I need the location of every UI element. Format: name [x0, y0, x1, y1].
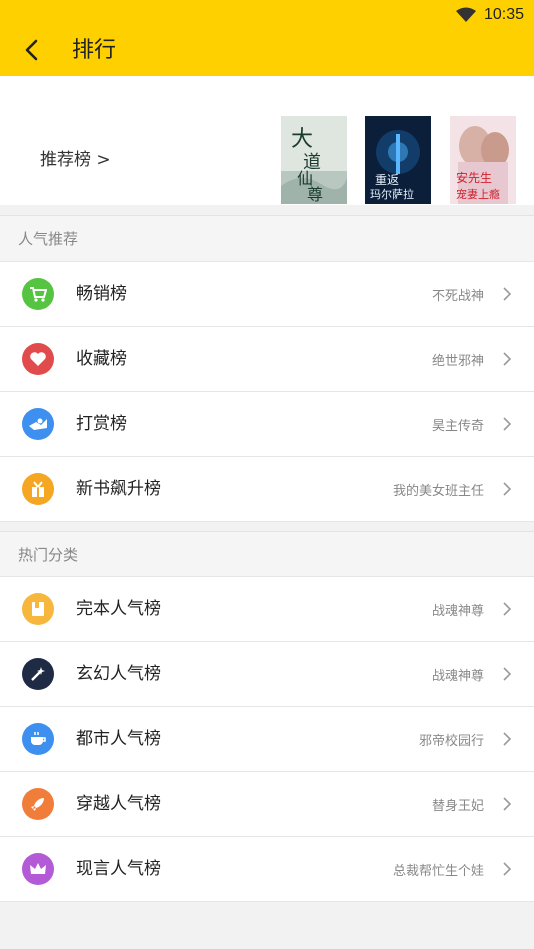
- wifi-icon: [455, 7, 476, 22]
- list-item-new-books[interactable]: 新书飙升榜 我的美女班主任: [0, 456, 534, 522]
- book-cover-2[interactable]: 重返 玛尔萨拉: [365, 116, 431, 204]
- categories-list: 完本人气榜 战魂神尊 玄幻人气榜 战魂神尊 都市人气榜 邪帝校园行 穿越人气榜 …: [0, 576, 534, 902]
- list-item-label: 打赏榜: [76, 414, 127, 434]
- list-item-hint: 战魂神尊: [431, 669, 484, 684]
- chevron-right-icon: [503, 417, 512, 431]
- chevron-right-icon: [503, 862, 512, 876]
- heart-icon: [22, 343, 54, 375]
- list-item-romance[interactable]: 现言人气榜 总裁帮忙生个娃: [0, 836, 534, 902]
- list-item-hint: 绝世邪神: [431, 354, 484, 369]
- back-icon[interactable]: [18, 36, 46, 64]
- list-item-favorites[interactable]: 收藏榜 绝世邪神: [0, 326, 534, 391]
- popular-list: 畅销榜 不死战神 收藏榜 绝世邪神 打赏榜 昊主传奇 新书飙升榜 我的美女班主任: [0, 261, 534, 522]
- list-item-hint: 总裁帮忙生个娃: [392, 864, 484, 879]
- list-item-label: 玄幻人气榜: [76, 664, 161, 684]
- chevron-right-icon: [503, 287, 512, 301]
- status-time: 10:35: [483, 6, 524, 23]
- list-item-label: 完本人气榜: [76, 599, 161, 619]
- app-bar: 10:35 排行: [0, 0, 534, 76]
- chevron-right-icon: [503, 667, 512, 681]
- svg-text:重返: 重返: [375, 173, 399, 187]
- svg-text:尊: 尊: [307, 185, 323, 204]
- chevron-right-icon: [503, 482, 512, 496]
- svg-text:玛尔萨拉: 玛尔萨拉: [370, 187, 414, 201]
- svg-text:大: 大: [291, 127, 313, 152]
- list-item-completed[interactable]: 完本人气榜 战魂神尊: [0, 576, 534, 641]
- list-item-hint: 邪帝校园行: [418, 734, 484, 749]
- section-heading-text: 人气推荐: [18, 230, 79, 248]
- book-icon: [22, 593, 54, 625]
- list-item-hint: 我的美女班主任: [392, 484, 484, 499]
- list-item-hint: 昊主传奇: [431, 419, 484, 434]
- section-heading-popular: 人气推荐: [0, 215, 534, 262]
- chevron-right-icon: [503, 797, 512, 811]
- recommend-label[interactable]: 推荐榜 >: [40, 148, 111, 172]
- status-bar: 10:35: [455, 4, 524, 26]
- section-heading-categories: 热门分类: [0, 531, 534, 578]
- list-item-label: 现言人气榜: [76, 859, 161, 879]
- list-item-hint: 战魂神尊: [431, 604, 484, 619]
- magic-wand-icon: [22, 658, 54, 690]
- list-item-label: 穿越人气榜: [76, 794, 161, 814]
- book-cover-1[interactable]: 大 道 仙 尊: [281, 116, 347, 204]
- list-item-hint: 不死战神: [431, 289, 484, 304]
- chevron-right-icon: [503, 602, 512, 616]
- rocket-icon: [22, 788, 54, 820]
- list-item-label: 收藏榜: [76, 349, 127, 369]
- coffee-icon: [22, 723, 54, 755]
- chevron-right-icon: [503, 352, 512, 366]
- list-item-urban[interactable]: 都市人气榜 邪帝校园行: [0, 706, 534, 771]
- list-item-reward[interactable]: 打赏榜 昊主传奇: [0, 391, 534, 456]
- list-item-hint: 替身王妃: [431, 799, 484, 814]
- svg-text:宠妻上瘾: 宠妻上瘾: [456, 187, 500, 201]
- list-item-fantasy[interactable]: 玄幻人气榜 战魂神尊: [0, 641, 534, 706]
- svg-text:安先生: 安先生: [456, 170, 492, 185]
- list-item-time-travel[interactable]: 穿越人气榜 替身王妃: [0, 771, 534, 836]
- section-heading-text: 热门分类: [18, 546, 79, 564]
- chevron-right-icon: [503, 732, 512, 746]
- page-title: 排行: [72, 38, 117, 63]
- recommend-banner[interactable]: 推荐榜 > 大 道 仙 尊 重返 玛尔萨拉 安先生 宠妻上瘾: [0, 76, 534, 205]
- book-cover-3[interactable]: 安先生 宠妻上瘾: [450, 116, 516, 204]
- crown-icon: [22, 853, 54, 885]
- list-item-label: 都市人气榜: [76, 729, 161, 749]
- list-item-bestseller[interactable]: 畅销榜 不死战神: [0, 261, 534, 326]
- list-item-label: 畅销榜: [76, 284, 127, 304]
- reward-icon: [22, 408, 54, 440]
- gift-icon: [22, 473, 54, 505]
- list-item-label: 新书飙升榜: [76, 479, 161, 499]
- cart-icon: [22, 278, 54, 310]
